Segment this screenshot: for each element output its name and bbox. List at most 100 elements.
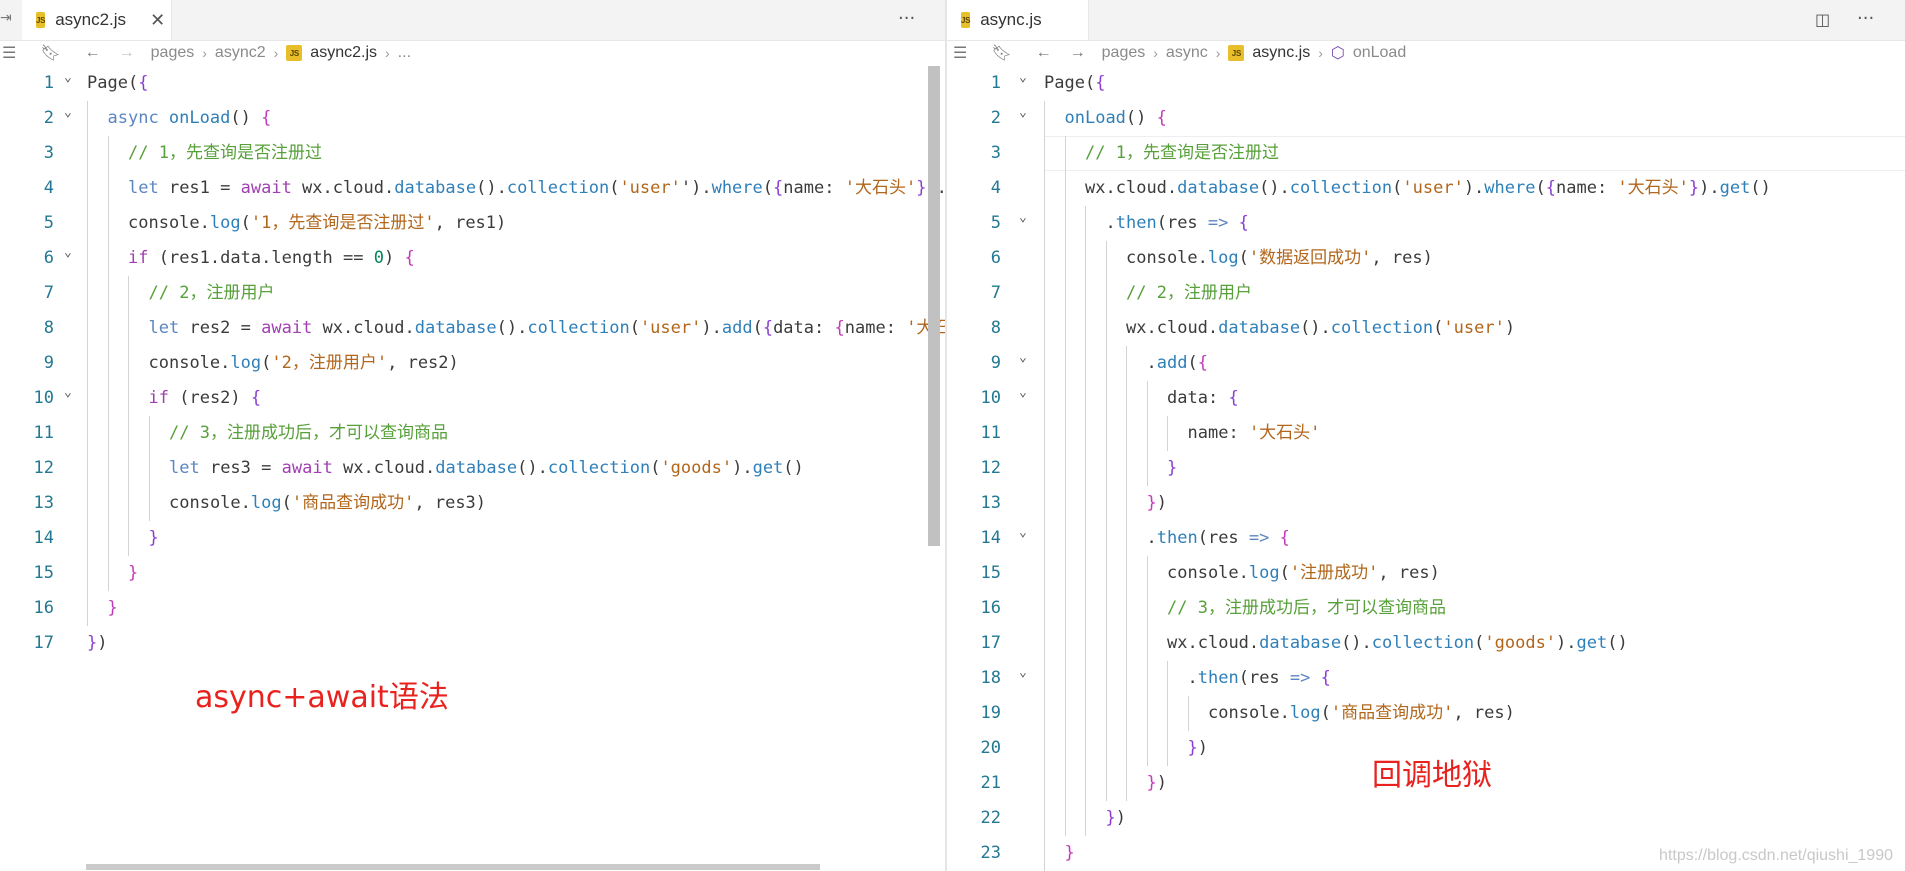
code-token: wx bbox=[1085, 178, 1106, 198]
code-line[interactable]: 5 console.log('1，先查询是否注册过', res1) bbox=[0, 206, 945, 241]
code-token: ( bbox=[1474, 633, 1485, 653]
code-line[interactable]: 11 // 3，注册成功后，才可以查询商品 bbox=[0, 416, 945, 451]
code-line[interactable]: 2 ⌄ async onLoad() { bbox=[0, 101, 945, 136]
annotation-label: 回调地狱 bbox=[1372, 758, 1492, 793]
code-editor[interactable]: 1 ⌄ Page({2 ⌄ async onLoad() {3// 1，先查询是否注册过… bbox=[0, 66, 945, 871]
breadcrumb-item[interactable]: async bbox=[1166, 44, 1208, 62]
indent-guide bbox=[1085, 346, 1086, 381]
indent-guide bbox=[1105, 241, 1107, 276]
code-line[interactable]: 9 console.log('2，注册用户', res2) bbox=[0, 346, 945, 381]
code-line[interactable]: 17}) bbox=[0, 626, 945, 661]
code-line[interactable]: 3 // 1，先查询是否注册过 bbox=[947, 136, 1905, 171]
close-icon[interactable]: ✕ bbox=[150, 10, 165, 31]
code-line[interactable]: 14 ⌄ .then(res => { bbox=[947, 521, 1905, 556]
indent-guide bbox=[148, 451, 150, 486]
split-editor-icon[interactable]: ◫ bbox=[1815, 10, 1830, 29]
code-token: : bbox=[885, 318, 907, 338]
code-token: . bbox=[404, 318, 415, 338]
code-line[interactable]: 5 ⌄ .then(res => { bbox=[947, 206, 1905, 241]
tab-async-js[interactable]: JS async.js bbox=[947, 0, 1089, 40]
code-line[interactable]: 1 ⌄ Page({ bbox=[947, 66, 1905, 101]
breadcrumb-item[interactable]: async2.js bbox=[310, 44, 377, 62]
code-line[interactable]: 10 ⌄ data: { bbox=[947, 381, 1905, 416]
fold-chevron-icon[interactable]: ⌄ bbox=[64, 235, 72, 270]
code-line[interactable]: 12} bbox=[947, 451, 1905, 486]
code-text: } bbox=[1065, 836, 1075, 871]
fold-chevron-icon[interactable]: ⌄ bbox=[1019, 60, 1027, 95]
code-line[interactable]: 6 ⌄ if (res1.data.length == 0) { bbox=[0, 241, 945, 276]
code-line[interactable]: 10 ⌄ if (res2) { bbox=[0, 381, 945, 416]
code-line[interactable]: 15} bbox=[0, 556, 945, 591]
code-line[interactable]: 22}) bbox=[947, 801, 1905, 836]
code-token: res2 bbox=[407, 353, 449, 373]
chevron-right-icon: › bbox=[1153, 45, 1158, 61]
list-icon[interactable]: ☰ bbox=[953, 43, 967, 63]
more-actions-icon[interactable]: ··· bbox=[1857, 8, 1874, 29]
bookmark-icon[interactable]: 🔖︎ bbox=[40, 43, 60, 63]
tab-async2-js[interactable]: JS async2.js ✕ bbox=[22, 0, 172, 40]
fold-chevron-icon[interactable]: ⌄ bbox=[1019, 95, 1027, 130]
breadcrumb-item[interactable]: async2 bbox=[215, 44, 266, 62]
forward-arrow-icon[interactable]: → bbox=[119, 44, 135, 62]
code-line[interactable]: 16 // 3，注册成功后，才可以查询商品 bbox=[947, 591, 1905, 626]
code-token: () bbox=[230, 108, 262, 128]
fold-chevron-icon[interactable]: ⌄ bbox=[64, 95, 72, 130]
code-token: : bbox=[824, 178, 845, 198]
code-token: { bbox=[1320, 668, 1331, 688]
back-arrow-icon[interactable]: ← bbox=[1036, 44, 1052, 62]
breadcrumb-item[interactable]: async.js bbox=[1252, 44, 1310, 62]
code-token: then bbox=[1156, 528, 1198, 548]
code-line[interactable]: 17 wx.cloud.database().collection('goods'… bbox=[947, 626, 1905, 661]
indent-guide bbox=[128, 521, 129, 556]
code-line[interactable]: 6 console.log('数据返回成功', res) bbox=[947, 241, 1905, 276]
indent-guide bbox=[1105, 416, 1107, 451]
code-line[interactable]: 4 let res1 = await wx.cloud.database().co… bbox=[0, 171, 945, 206]
breadcrumb-item[interactable]: onLoad bbox=[1353, 44, 1406, 62]
horizontal-scrollbar[interactable] bbox=[86, 864, 820, 870]
breadcrumb-item[interactable]: pages bbox=[1102, 44, 1146, 62]
code-token: ) bbox=[448, 353, 459, 373]
breadcrumb-item[interactable]: ... bbox=[398, 44, 411, 62]
code-line[interactable]: 8 let res2 = await wx.cloud.database().co… bbox=[0, 311, 945, 346]
code-line[interactable]: 7 // 2，注册用户 bbox=[0, 276, 945, 311]
more-actions-icon[interactable]: ··· bbox=[898, 8, 915, 29]
code-line[interactable]: 3 // 1，先查询是否注册过 bbox=[0, 136, 945, 171]
code-line[interactable]: 7 // 2，注册用户 bbox=[947, 276, 1905, 311]
code-line[interactable]: 8 wx.cloud.database().collection('user') bbox=[947, 311, 1905, 346]
code-line[interactable]: 19 console.log('商品查询成功', res) bbox=[947, 696, 1905, 731]
code-token: . bbox=[1105, 178, 1116, 198]
code-line[interactable]: 15 console.log('注册成功', res) bbox=[947, 556, 1905, 591]
bookmark-icon[interactable]: 🔖︎ bbox=[991, 43, 1011, 63]
code-token: wx bbox=[1126, 318, 1147, 338]
line-number: 1 bbox=[43, 73, 54, 93]
forward-arrow-icon[interactable]: → bbox=[1070, 44, 1086, 62]
code-token: ) bbox=[496, 213, 507, 233]
code-line[interactable]: 11 name: '大石头' bbox=[947, 416, 1905, 451]
list-icon[interactable]: ☰ bbox=[2, 43, 16, 63]
fold-chevron-icon[interactable]: ⌄ bbox=[1019, 200, 1027, 235]
code-line[interactable]: 13}) bbox=[947, 486, 1905, 521]
code-line[interactable]: 14} bbox=[0, 521, 945, 556]
fold-chevron-icon[interactable]: ⌄ bbox=[1019, 340, 1027, 375]
fold-chevron-icon[interactable]: ⌄ bbox=[64, 60, 72, 95]
fold-chevron-icon[interactable]: ⌄ bbox=[1019, 375, 1027, 410]
back-arrow-icon[interactable]: ← bbox=[85, 44, 101, 62]
code-text: console.log('商品查询成功', res3) bbox=[169, 486, 486, 521]
code-line[interactable]: 2 ⌄ onLoad() { bbox=[947, 101, 1905, 136]
code-line[interactable]: 12 let res3 = await wx.cloud.database().c… bbox=[0, 451, 945, 486]
code-line[interactable]: 1 ⌄ Page({ bbox=[0, 66, 945, 101]
fold-chevron-icon[interactable]: ⌄ bbox=[64, 375, 72, 410]
code-line[interactable]: 18 ⌄ .then(res => { bbox=[947, 661, 1905, 696]
code-line[interactable]: 4 wx.cloud.database().collection('user').… bbox=[947, 171, 1905, 206]
code-line[interactable]: 13 console.log('商品查询成功', res3) bbox=[0, 486, 945, 521]
code-text: .then(res => { bbox=[1106, 206, 1249, 241]
code-line[interactable]: 16} bbox=[0, 591, 945, 626]
indent-guide bbox=[1126, 381, 1127, 416]
fold-chevron-icon[interactable]: ⌄ bbox=[1019, 655, 1027, 690]
sidebar-toggle-icon[interactable]: ⇥ bbox=[0, 10, 12, 26]
code-token: get bbox=[1719, 178, 1751, 198]
code-line[interactable]: 9 ⌄ .add({ bbox=[947, 346, 1905, 381]
vertical-scrollbar[interactable] bbox=[928, 66, 940, 546]
fold-chevron-icon[interactable]: ⌄ bbox=[1019, 515, 1027, 550]
breadcrumb-item[interactable]: pages bbox=[151, 44, 195, 62]
